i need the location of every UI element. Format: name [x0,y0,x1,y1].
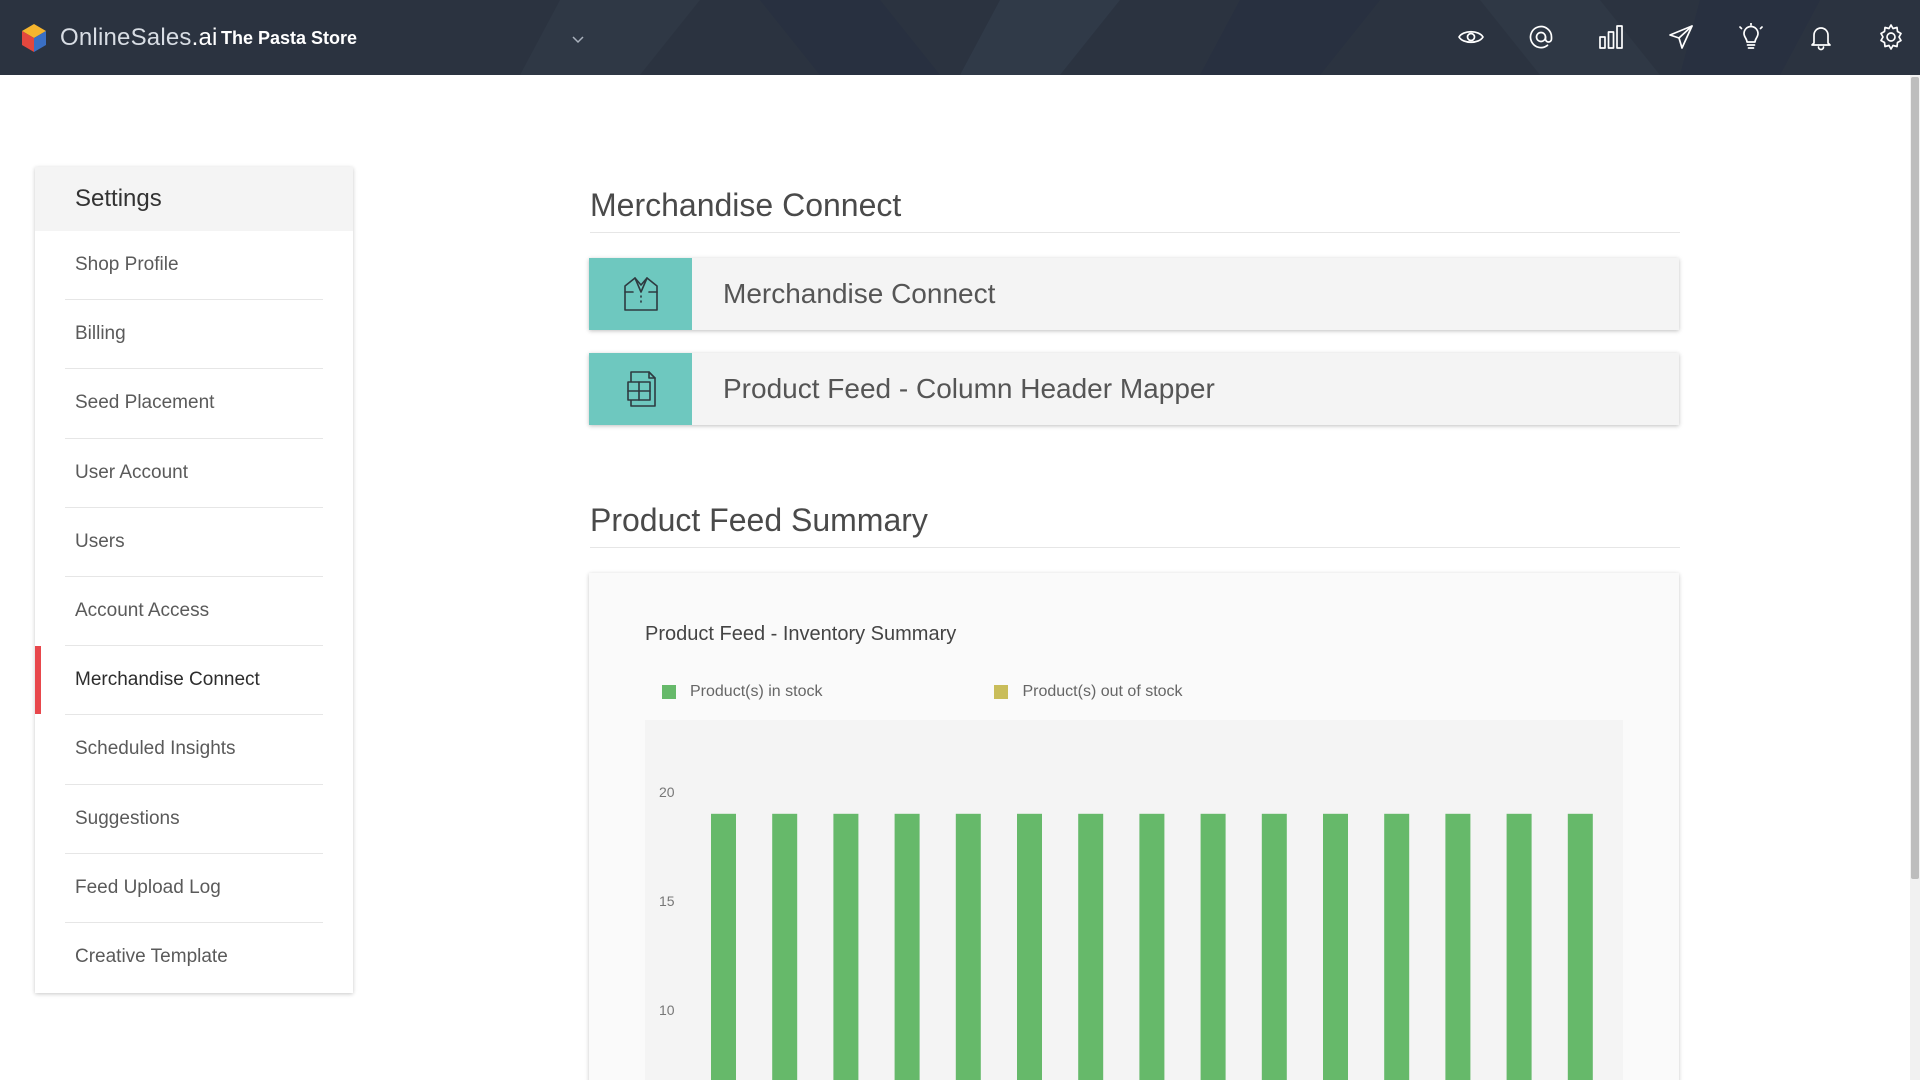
card-icon-container [589,353,692,425]
chevron-down-icon[interactable] [571,32,585,46]
sidebar-item-label: Shop Profile [75,254,179,276]
merchandise-section-title: Merchandise Connect [590,187,902,223]
eye-icon[interactable] [1456,22,1486,52]
y-tick-label: 10 [659,1002,675,1018]
bar-in-stock-5[interactable] [955,813,981,1080]
inventory-summary-chart-panel: Product Feed - Inventory Summary Product… [589,573,1679,1080]
card-icon-container [589,258,692,330]
y-tick-label: 15 [659,893,675,909]
sidebar-item-label: Account Access [75,600,210,622]
lightbulb-icon[interactable] [1736,22,1766,52]
store-name: The Pasta Store [221,28,358,48]
sidebar-item-account-access[interactable]: Account Access [65,577,323,647]
bar-in-stock-14[interactable] [1506,813,1532,1080]
sidebar-item-label: User Account [75,461,188,483]
gear-icon[interactable] [1876,22,1906,52]
sidebar-item-label: Merchandise Connect [75,669,260,691]
legend-item-in-stock[interactable]: Product(s) in stock [662,683,822,701]
section-divider [590,547,1680,548]
sidebar-item-users[interactable]: Users [65,508,323,577]
shirt-box-icon [623,277,658,311]
bar-in-stock-8[interactable] [1139,813,1165,1080]
bar-in-stock-9[interactable] [1200,813,1226,1080]
card-label: Product Feed - Column Header Mapper [723,373,1215,404]
legend-item-out-of-stock[interactable]: Product(s) out of stock [994,683,1183,701]
bar-chart-plot: 20 15 10 [645,720,1623,1080]
merchandise-connect-card[interactable]: Merchandise Connect [589,258,1679,330]
at-sign-icon[interactable] [1526,22,1556,52]
sidebar-item-seed-placement[interactable]: Seed Placement [65,369,323,439]
send-icon[interactable] [1666,22,1696,52]
sidebar-item-user-account[interactable]: User Account [65,439,323,508]
header-icon-group [1416,22,1906,52]
sidebar-item-label: Billing [75,323,126,345]
bar-in-stock-11[interactable] [1323,813,1348,1080]
sidebar-item-creative-template[interactable]: Creative Template [65,923,323,992]
bar-chart-icon[interactable] [1596,22,1626,52]
legend-swatch [662,685,676,699]
settings-menu: Shop Profile Billing Seed Placement User Ac… [35,231,353,992]
y-tick-label: 20 [659,784,675,800]
sidebar-item-label: Creative Template [75,946,228,968]
onlinesales-logo-icon [22,24,46,52]
chart-legend: Product(s) in stock Product(s) out of st… [662,683,1355,701]
bar-in-stock-13[interactable] [1445,813,1471,1080]
page-scrollbar-thumb[interactable] [1911,77,1919,879]
settings-sidebar: Settings Shop Profile Billing Seed Placeme… [35,167,353,993]
summary-section-title: Product Feed Summary [590,502,928,538]
sidebar-item-scheduled-insights[interactable]: Scheduled Insights [65,715,323,785]
active-indicator [35,646,41,715]
bar-in-stock-6[interactable] [1017,813,1042,1080]
chart-title: Product Feed - Inventory Summary [645,623,957,645]
sidebar-item-label: Feed Upload Log [75,876,221,898]
brand-name: OnlineSales.ai [60,24,218,51]
bar-in-stock-12[interactable] [1384,813,1410,1080]
column-header-mapper-card[interactable]: Product Feed - Column Header Mapper [589,353,1679,425]
brand-logo[interactable]: OnlineSales.ai [18,22,218,54]
sidebar-item-merchandise-connect[interactable]: Merchandise Connect [35,646,323,716]
bar-in-stock-15[interactable] [1567,813,1593,1080]
sidebar-item-suggestions[interactable]: Suggestions [65,785,323,854]
legend-label: Product(s) in stock [690,683,823,700]
document-grid-icon [626,371,656,407]
sidebar-item-label: Users [75,530,125,552]
legend-swatch [994,685,1009,699]
sidebar-item-billing[interactable]: Billing [65,300,323,370]
card-label: Merchandise Connect [723,278,996,309]
sidebar-item-label: Scheduled Insights [75,738,236,760]
bar-in-stock-7[interactable] [1078,813,1104,1080]
sidebar-item-label: Seed Placement [75,392,215,414]
sidebar-item-label: Suggestions [75,807,180,829]
sidebar-item-feed-upload-log[interactable]: Feed Upload Log [65,854,323,923]
bar-in-stock-10[interactable] [1261,813,1287,1080]
bar-in-stock-3[interactable] [833,813,859,1080]
bar-in-stock-1[interactable] [711,813,736,1080]
bar-in-stock-2[interactable] [772,813,798,1080]
bell-icon[interactable] [1806,22,1836,52]
bar-in-stock-4[interactable] [894,813,920,1080]
sidebar-item-shop-profile[interactable]: Shop Profile [65,231,323,301]
section-divider [590,232,1680,233]
top-navigation-bar: OnlineSales.ai The Pasta Store [0,0,1920,75]
legend-label: Product(s) out of stock [1022,683,1183,700]
sidebar-title: Settings [35,167,353,231]
